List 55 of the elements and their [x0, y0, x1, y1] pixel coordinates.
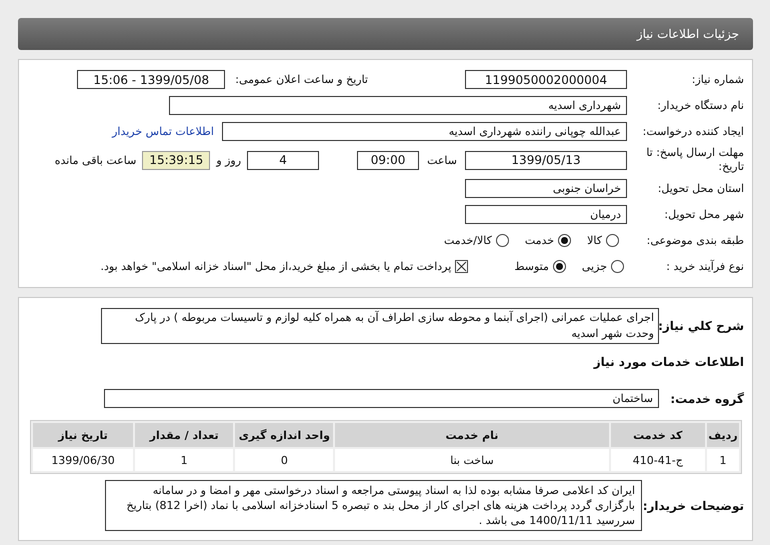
deadline-date-field: 1399/05/13: [465, 150, 627, 170]
radio-label: کالا: [587, 234, 602, 247]
field-label: نوع فرآیند خرید :: [665, 260, 744, 273]
field-label: روز و: [216, 154, 242, 166]
column-header: نام خدمت: [335, 423, 609, 447]
checkbox[interactable]: [455, 260, 468, 273]
radio-button[interactable]: [496, 234, 509, 247]
field-label: تاریخ و ساعت اعلان عمومی:: [235, 73, 368, 86]
field-label: ساعت: [427, 154, 457, 166]
table-cell: 1: [135, 449, 234, 471]
page-header: جزئیات اطلاعات نیاز: [18, 18, 753, 50]
field-label: توضیحات خریدار:: [642, 498, 744, 512]
field-label: شهر محل تحویل:: [663, 208, 744, 221]
radio-button[interactable]: [552, 260, 566, 273]
requester-field: عبدالله چوپانی راننده شهرداری اسدیه: [222, 122, 627, 141]
column-header: ردیف: [707, 423, 739, 447]
field-label: شماره نیاز:: [690, 73, 744, 86]
radio-button[interactable]: [611, 260, 624, 273]
service-group-field: ساختمان: [104, 389, 659, 408]
column-header: تعداد / مقدار: [135, 423, 234, 447]
radio-label: کالا/خدمت: [444, 234, 492, 247]
province-field: خراسان جنوبی: [465, 179, 627, 198]
radio-button[interactable]: [558, 234, 572, 247]
table-cell: ساخت بنا: [335, 449, 609, 471]
column-header: واحد اندازه گیری: [235, 423, 334, 447]
table-cell: 0: [235, 449, 334, 471]
radio-label: جزیی: [582, 260, 607, 273]
city-field: درمیان: [465, 205, 627, 224]
section-title: اطلاعات خدمات مورد نیاز: [594, 354, 744, 368]
table-cell: ج-41-410: [610, 449, 706, 471]
remaining-time-field: 15:39:15: [142, 150, 210, 170]
days-field: 4: [247, 150, 320, 170]
column-header: کد خدمت: [610, 423, 706, 447]
field-label: استان محل تحویل:: [656, 182, 744, 195]
field-label: طبقه بندی موضوعی:: [646, 234, 744, 247]
need-number-field: 1199050002000004: [465, 70, 627, 89]
radio-button[interactable]: [606, 234, 619, 247]
radio-label: خدمت: [524, 234, 554, 247]
field-label: ساعت باقی مانده: [54, 154, 136, 166]
radio-label: متوسط: [514, 260, 549, 273]
buyer-notes-text: ایران کد اعلامی صرفا مشابه بوده لذا به اسناد پیوستی مراجعه و اسناد درخواستی مهر و امضا و در سامانه بارگزاری گردد پرداخت هزینه های اجرای کار از محل بند ه تبصره 5 اسنادخزانه اسلامی با نماد (اخرا 812) بتاریخ سررسید 1400/11/11 می باشد .: [105, 480, 642, 531]
field-label: ایجاد کننده درخواست:: [642, 124, 744, 138]
column-header: تاریخ نیاز: [33, 423, 134, 447]
announce-date-field: 1399/05/08 - 15:06: [77, 70, 226, 89]
description-text: اجرای عملیات عمرانی (اجرای آبنما و محوطه سازی اطراف آن به همراه کلیه لوازم و تاسیسات مربوطه ) در پارک وحدت شهر اسدیه: [101, 308, 659, 344]
buyer-org-field: شهرداری اسدیه: [169, 96, 627, 115]
field-label: مهلت ارسال پاسخ: تا تاریخ:: [645, 146, 744, 174]
table-cell: 1399/06/30: [33, 449, 134, 471]
table-cell: 1: [707, 449, 739, 471]
checkbox-label: پرداخت تمام یا بخشی از مبلغ خرید،از محل "اسناد خزانه اسلامی" خواهد بود.: [100, 260, 452, 273]
deadline-time-field: 09:00: [357, 150, 420, 170]
field-label: شرح کلي نياز:: [659, 319, 744, 333]
field-label: نام دستگاه خریدار:: [656, 99, 744, 112]
field-label: گروه خدمت:: [669, 392, 744, 406]
contact-link[interactable]: اطلاعات تماس خریدار: [112, 125, 214, 138]
